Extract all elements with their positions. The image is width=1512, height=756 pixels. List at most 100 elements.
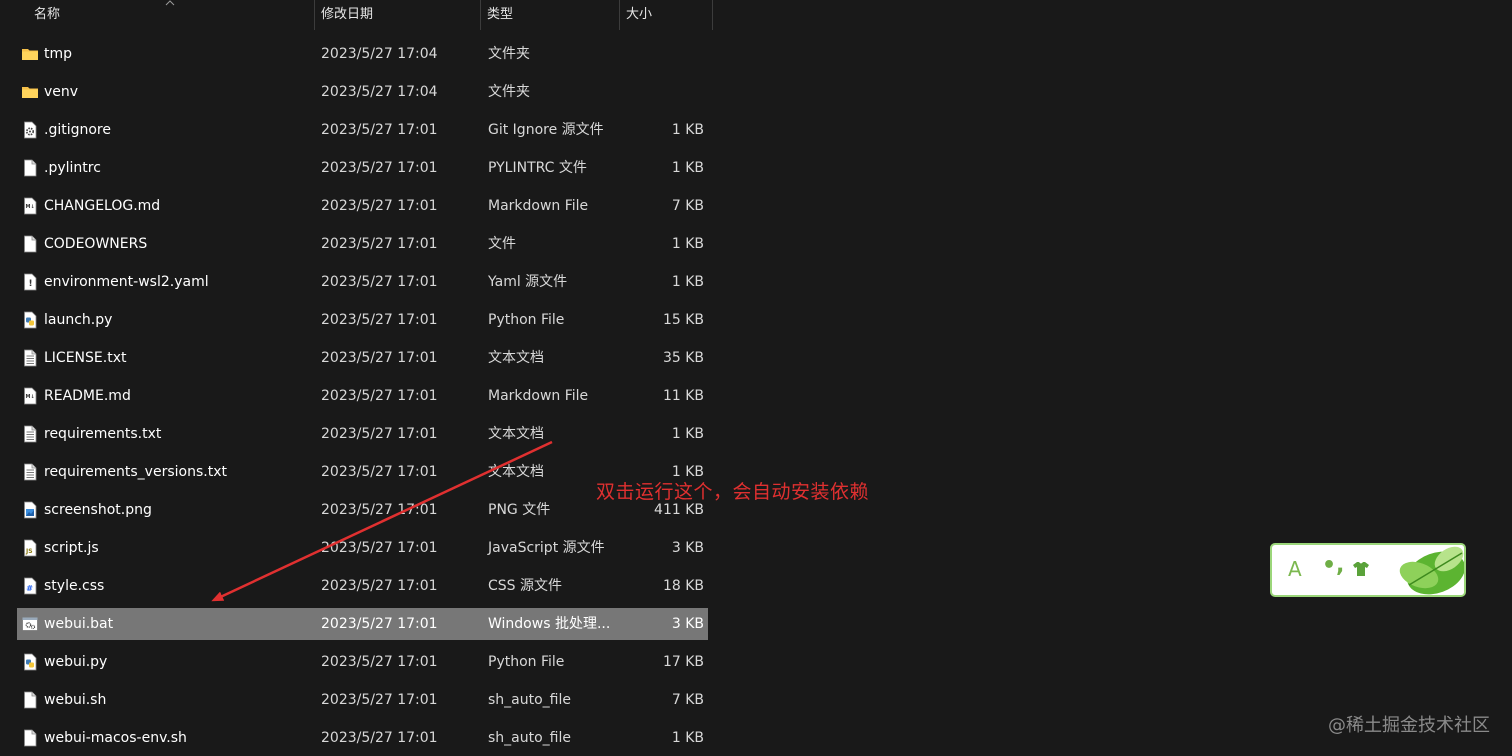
file-date: 2023/5/27 17:01 xyxy=(321,388,438,404)
svg-text:#: # xyxy=(26,584,33,593)
file-name: requirements_versions.txt xyxy=(44,464,227,480)
column-header-type[interactable]: 类型 xyxy=(487,0,513,30)
python-file-icon xyxy=(21,311,39,329)
file-date: 2023/5/27 17:01 xyxy=(321,426,438,442)
markdown-file-icon: M↓ xyxy=(21,197,39,215)
file-name: environment-wsl2.yaml xyxy=(44,274,209,290)
file-row[interactable]: M↓ README.md 2023/5/27 17:01 Markdown File 1… xyxy=(17,380,708,412)
file-name: .gitignore xyxy=(44,122,111,138)
file-type: Python File xyxy=(488,654,565,670)
file-row[interactable]: tmp 2023/5/27 17:04 文件夹 xyxy=(17,38,708,70)
ime-toolbar[interactable]: A •, xyxy=(1270,543,1466,597)
file-size: 1 KB xyxy=(671,160,704,176)
column-header-date[interactable]: 修改日期 xyxy=(321,0,373,30)
file-name: launch.py xyxy=(44,312,113,328)
ime-punctuation-toggle[interactable]: •, xyxy=(1322,553,1344,578)
file-row[interactable]: ! environment-wsl2.yaml 2023/5/27 17:01 Yam… xyxy=(17,266,708,298)
file-row[interactable]: M↓ CHANGELOG.md 2023/5/27 17:01 Markdown Fi… xyxy=(17,190,708,222)
blank-file-icon xyxy=(21,235,39,253)
file-date: 2023/5/27 17:01 xyxy=(321,464,438,480)
file-date: 2023/5/27 17:01 xyxy=(321,312,438,328)
skin-shirt-icon[interactable] xyxy=(1352,561,1370,577)
file-row[interactable]: requirements.txt 2023/5/27 17:01 文本文档 1 KB xyxy=(17,418,708,450)
file-row[interactable]: webui-macos-env.sh 2023/5/27 17:01 sh_auto… xyxy=(17,722,708,754)
blank-file-icon xyxy=(21,691,39,709)
file-name: tmp xyxy=(44,46,73,62)
text-file-icon xyxy=(21,349,39,367)
file-type: Windows 批处理... xyxy=(488,616,611,632)
file-size: 1 KB xyxy=(671,236,704,252)
file-size: 17 KB xyxy=(662,654,704,670)
file-type: Python File xyxy=(488,312,565,328)
file-row[interactable]: JS script.js 2023/5/27 17:01 JavaScript 源文件… xyxy=(17,532,708,564)
text-file-icon xyxy=(21,463,39,481)
file-name: screenshot.png xyxy=(44,502,152,518)
file-type: 文件 xyxy=(488,236,516,252)
file-row[interactable]: venv 2023/5/27 17:04 文件夹 xyxy=(17,76,708,108)
file-row[interactable]: launch.py 2023/5/27 17:01 Python File 15 KB xyxy=(17,304,708,336)
file-date: 2023/5/27 17:01 xyxy=(321,236,438,252)
file-date: 2023/5/27 17:01 xyxy=(321,654,438,670)
file-type: CSS 源文件 xyxy=(488,578,562,594)
file-type: 文本文档 xyxy=(488,426,544,442)
file-date: 2023/5/27 17:01 xyxy=(321,730,438,746)
file-row[interactable]: webui.sh 2023/5/27 17:01 sh_auto_file 7 KB xyxy=(17,684,708,716)
file-type: Git Ignore 源文件 xyxy=(488,122,604,138)
file-type: 文件夹 xyxy=(488,84,530,100)
file-name: README.md xyxy=(44,388,131,404)
ime-mode-toggle[interactable]: A xyxy=(1288,557,1302,581)
file-row[interactable]: .gitignore 2023/5/27 17:01 Git Ignore 源文件 1… xyxy=(17,114,708,146)
file-size: 1 KB xyxy=(671,274,704,290)
file-row[interactable]: webui.py 2023/5/27 17:01 Python File 17 KB xyxy=(17,646,708,678)
sort-ascending-icon xyxy=(165,0,175,6)
js-file-icon: JS xyxy=(21,539,39,557)
column-divider[interactable] xyxy=(619,0,620,30)
file-row[interactable]: webui.bat 2023/5/27 17:01 Windows 批处理... 3 … xyxy=(17,608,708,640)
file-row[interactable]: LICENSE.txt 2023/5/27 17:01 文本文档 35 KB xyxy=(17,342,708,374)
column-header-name[interactable]: 名称 xyxy=(34,0,60,30)
text-file-icon xyxy=(21,425,39,443)
file-size: 35 KB xyxy=(662,350,704,366)
column-divider[interactable] xyxy=(712,0,713,30)
file-date: 2023/5/27 17:01 xyxy=(321,616,438,632)
file-size: 15 KB xyxy=(662,312,704,328)
file-date: 2023/5/27 17:01 xyxy=(321,198,438,214)
column-divider[interactable] xyxy=(314,0,315,30)
file-type: 文本文档 xyxy=(488,464,544,480)
folder-icon xyxy=(21,45,39,63)
file-row[interactable]: CODEOWNERS 2023/5/27 17:01 文件 1 KB xyxy=(17,228,708,260)
watermark: @稀土掘金技术社区 xyxy=(1328,715,1490,736)
file-size: 1 KB xyxy=(671,730,704,746)
annotation-text: 双击运行这个，会自动安装依赖 xyxy=(596,481,870,503)
file-type: PNG 文件 xyxy=(488,502,551,518)
file-size: 7 KB xyxy=(671,198,704,214)
file-type: JavaScript 源文件 xyxy=(488,540,605,556)
file-date: 2023/5/27 17:01 xyxy=(321,160,438,176)
batch-file-icon xyxy=(21,615,39,633)
file-type: sh_auto_file xyxy=(488,730,571,746)
file-row[interactable]: .pylintrc 2023/5/27 17:01 PYLINTRC 文件 1 KB xyxy=(17,152,708,184)
file-name: style.css xyxy=(44,578,105,594)
file-name: CODEOWNERS xyxy=(44,236,148,252)
file-name: CHANGELOG.md xyxy=(44,198,161,214)
column-divider[interactable] xyxy=(480,0,481,30)
python-file-icon xyxy=(21,653,39,671)
file-size: 1 KB xyxy=(671,122,704,138)
file-date: 2023/5/27 17:01 xyxy=(321,540,438,556)
file-date: 2023/5/27 17:01 xyxy=(321,578,438,594)
file-size: 11 KB xyxy=(662,388,704,404)
column-header-bar: 名称 修改日期 类型 大小 xyxy=(0,0,713,34)
image-file-icon xyxy=(21,501,39,519)
file-date: 2023/5/27 17:01 xyxy=(321,274,438,290)
file-name: script.js xyxy=(44,540,99,556)
file-type: Yaml 源文件 xyxy=(488,274,568,290)
file-date: 2023/5/27 17:04 xyxy=(321,46,438,62)
file-date: 2023/5/27 17:01 xyxy=(321,692,438,708)
file-row[interactable]: # style.css 2023/5/27 17:01 CSS 源文件 18 KB xyxy=(17,570,708,602)
file-date: 2023/5/27 17:01 xyxy=(321,502,438,518)
file-size: 3 KB xyxy=(671,540,704,556)
file-date: 2023/5/27 17:01 xyxy=(321,350,438,366)
file-date: 2023/5/27 17:04 xyxy=(321,84,438,100)
file-name: webui.py xyxy=(44,654,108,670)
column-header-size[interactable]: 大小 xyxy=(626,0,652,30)
